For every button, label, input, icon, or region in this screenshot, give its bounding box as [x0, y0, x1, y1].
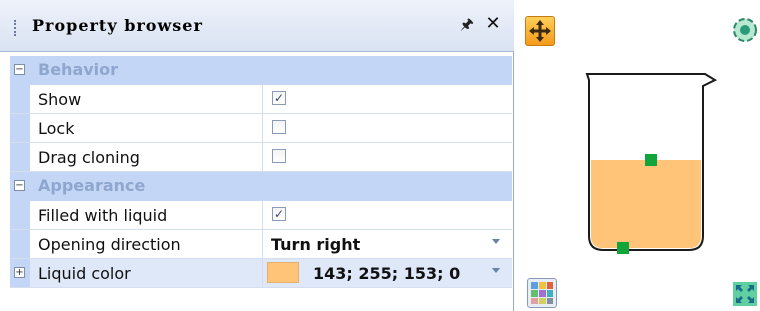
property-row-drag-cloning[interactable]: Drag cloning [10, 143, 512, 172]
palette-icon[interactable] [527, 278, 557, 308]
property-name: Liquid color [38, 264, 131, 283]
property-name: Drag cloning [38, 148, 140, 167]
lock-checkbox[interactable] [272, 120, 286, 134]
design-canvas[interactable] [517, 0, 760, 311]
collapse-icon[interactable]: − [14, 64, 25, 75]
property-name: Filled with liquid [38, 206, 168, 225]
chevron-down-icon[interactable] [492, 239, 500, 244]
level-handle [645, 154, 657, 166]
filled-with-liquid-checkbox[interactable]: ✓ [272, 207, 286, 221]
color-swatch[interactable] [267, 262, 299, 283]
liquid-color-picker[interactable]: 143; 255; 153; 0 [263, 259, 512, 287]
property-grid: − Behavior Show ✓ Lock Drag cloning − Ap… [10, 56, 512, 288]
property-name: Lock [38, 119, 75, 138]
property-browser-panel: Property browser 🖈 ✕ − Behavior Show ✓ L… [0, 0, 514, 311]
fit-to-window-icon[interactable] [731, 280, 759, 308]
property-row-opening-direction[interactable]: Opening direction Turn right [10, 230, 512, 259]
category-appearance[interactable]: − Appearance [10, 172, 512, 201]
bottom-handle [617, 242, 629, 254]
property-name: Opening direction [38, 235, 181, 254]
close-icon[interactable]: ✕ [483, 12, 503, 36]
pin-icon[interactable]: 🖈 [457, 12, 477, 36]
drag-cloning-checkbox[interactable] [272, 149, 286, 163]
color-value: 143; 255; 153; 0 [313, 264, 461, 283]
property-row-filled-with-liquid[interactable]: Filled with liquid ✓ [10, 201, 512, 230]
property-row-lock[interactable]: Lock [10, 114, 512, 143]
collapse-icon[interactable]: − [14, 180, 25, 191]
opening-direction-dropdown[interactable]: Turn right [263, 230, 512, 258]
panel-titlebar[interactable]: Property browser 🖈 ✕ [0, 0, 514, 52]
drag-grip-icon[interactable] [14, 20, 19, 36]
category-behavior[interactable]: − Behavior [10, 56, 512, 85]
liquid-fill [591, 160, 701, 248]
category-label: Appearance [38, 176, 146, 195]
panel-title: Property browser [32, 16, 203, 35]
show-checkbox[interactable]: ✓ [272, 91, 286, 105]
dropdown-value: Turn right [271, 235, 361, 254]
category-label: Behavior [38, 60, 119, 79]
property-row-show[interactable]: Show ✓ [10, 85, 512, 114]
beaker-drawing[interactable] [517, 0, 760, 311]
chevron-down-icon[interactable] [492, 268, 500, 273]
property-row-liquid-color[interactable]: + Liquid color 143; 255; 153; 0 [10, 259, 512, 288]
property-name: Show [38, 90, 82, 109]
expand-icon[interactable]: + [14, 267, 25, 278]
